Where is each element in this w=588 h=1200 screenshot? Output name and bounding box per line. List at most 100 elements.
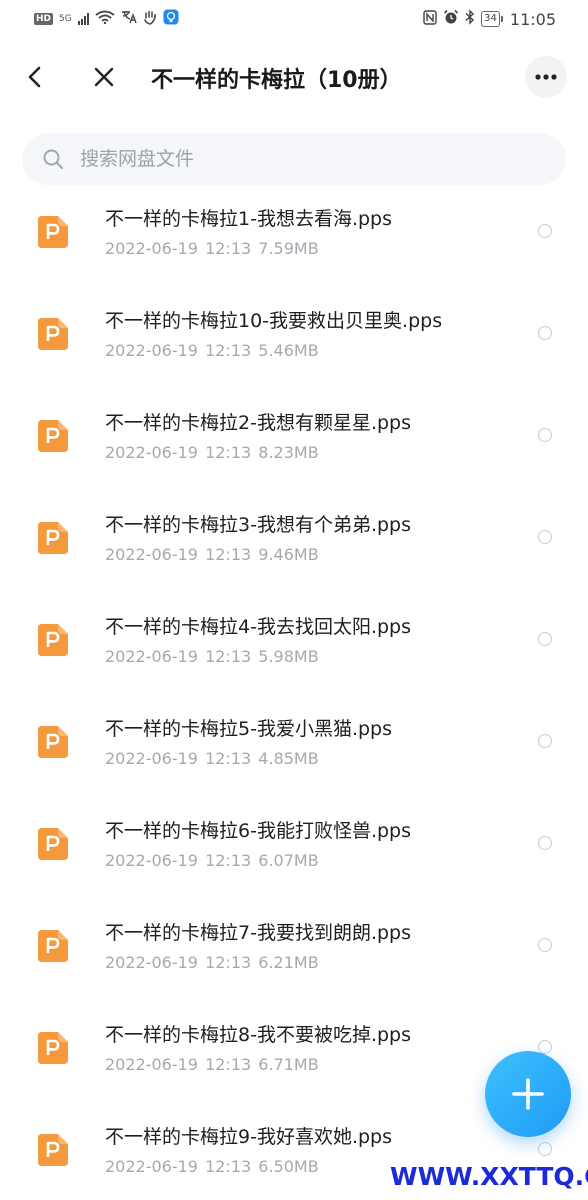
file-row[interactable]: 不一样的卡梅拉2-我想有颗星星.pps 2022-06-19 12:13 8.2… [0, 384, 588, 486]
pps-file-icon [38, 420, 68, 452]
file-meta: 2022-06-19 12:13 6.71MB [105, 1055, 319, 1074]
file-date: 2022-06-19 [105, 443, 198, 462]
more-button[interactable] [525, 56, 567, 98]
file-size: 9.46MB [258, 545, 319, 564]
pps-file-icon [38, 216, 68, 248]
clock: 11:05 [509, 9, 556, 29]
back-button[interactable] [18, 60, 52, 94]
chevron-left-icon [28, 66, 41, 88]
file-size: 6.21MB [258, 953, 319, 972]
close-icon [94, 67, 114, 87]
battery-icon: 34 [481, 11, 503, 27]
file-meta: 2022-06-19 12:13 4.85MB [105, 749, 319, 768]
file-row[interactable]: 不一样的卡梅拉4-我去找回太阳.pps 2022-06-19 12:13 5.9… [0, 588, 588, 690]
file-date: 2022-06-19 [105, 953, 198, 972]
file-date: 2022-06-19 [105, 1157, 198, 1176]
battery-level: 34 [484, 13, 497, 24]
select-checkbox[interactable] [538, 836, 552, 850]
file-size: 5.46MB [258, 341, 319, 360]
file-date: 2022-06-19 [105, 647, 198, 666]
select-checkbox[interactable] [538, 632, 552, 646]
status-left: HD 5G [34, 9, 179, 29]
app-notification-icon [163, 9, 179, 29]
select-checkbox[interactable] [538, 734, 552, 748]
network-type: 5G [59, 14, 72, 24]
search-bar[interactable] [22, 133, 566, 185]
file-size: 6.50MB [258, 1157, 319, 1176]
page-title: 不一样的卡梅拉（10册） [151, 68, 402, 93]
file-name: 不一样的卡梅拉6-我能打败怪兽.pps [105, 820, 412, 842]
file-date: 2022-06-19 [105, 851, 198, 870]
file-size: 7.59MB [258, 239, 319, 258]
file-name: 不一样的卡梅拉9-我好喜欢她.pps [105, 1126, 393, 1148]
file-row[interactable]: 不一样的卡梅拉6-我能打败怪兽.pps 2022-06-19 12:13 6.0… [0, 792, 588, 894]
status-bar: HD 5G 34 11:05 [0, 0, 588, 38]
pps-file-icon [38, 930, 68, 962]
file-row[interactable]: 不一样的卡梅拉7-我要找到朗朗.pps 2022-06-19 12:13 6.2… [0, 894, 588, 996]
file-name: 不一样的卡梅拉10-我要救出贝里奥.pps [105, 310, 443, 332]
top-bar: 不一样的卡梅拉（10册） [0, 44, 588, 110]
bluetooth-icon [465, 9, 475, 29]
file-time: 12:13 [205, 443, 252, 462]
file-size: 6.71MB [258, 1055, 319, 1074]
search-icon [43, 149, 63, 169]
pps-file-icon [38, 828, 68, 860]
status-right: 34 11:05 [423, 9, 556, 29]
pps-file-icon [38, 318, 68, 350]
file-row[interactable]: 不一样的卡梅拉1-我想去看海.pps 2022-06-19 12:13 7.59… [0, 180, 588, 282]
plus-icon [512, 1078, 544, 1110]
file-meta: 2022-06-19 12:13 6.21MB [105, 953, 319, 972]
select-checkbox[interactable] [538, 530, 552, 544]
wifi-icon [95, 10, 115, 28]
file-meta: 2022-06-19 12:13 5.98MB [105, 647, 319, 666]
search-input[interactable] [78, 147, 512, 171]
file-meta: 2022-06-19 12:13 7.59MB [105, 239, 319, 258]
signal-icon [77, 13, 89, 25]
file-meta: 2022-06-19 12:13 8.23MB [105, 443, 319, 462]
file-date: 2022-06-19 [105, 1055, 198, 1074]
file-name: 不一样的卡梅拉8-我不要被吃掉.pps [105, 1024, 412, 1046]
file-row[interactable]: 不一样的卡梅拉3-我想有个弟弟.pps 2022-06-19 12:13 9.4… [0, 486, 588, 588]
file-time: 12:13 [205, 1157, 252, 1176]
more-icon [535, 74, 557, 80]
file-meta: 2022-06-19 12:13 9.46MB [105, 545, 319, 564]
select-checkbox[interactable] [538, 938, 552, 952]
file-time: 12:13 [205, 341, 252, 360]
file-size: 8.23MB [258, 443, 319, 462]
pps-file-icon [38, 624, 68, 656]
select-checkbox[interactable] [538, 326, 552, 340]
select-checkbox[interactable] [538, 1142, 552, 1156]
file-name: 不一样的卡梅拉3-我想有个弟弟.pps [105, 514, 412, 536]
file-name: 不一样的卡梅拉2-我想有颗星星.pps [105, 412, 412, 434]
file-time: 12:13 [205, 647, 252, 666]
file-time: 12:13 [205, 749, 252, 768]
file-size: 4.85MB [258, 749, 319, 768]
alarm-icon [443, 9, 459, 29]
translate-icon [121, 10, 137, 28]
file-row[interactable]: 不一样的卡梅拉5-我爱小黑猫.pps 2022-06-19 12:13 4.85… [0, 690, 588, 792]
file-date: 2022-06-19 [105, 545, 198, 564]
file-name: 不一样的卡梅拉1-我想去看海.pps [105, 208, 393, 230]
file-date: 2022-06-19 [105, 341, 198, 360]
file-name: 不一样的卡梅拉5-我爱小黑猫.pps [105, 718, 393, 740]
pps-file-icon [38, 522, 68, 554]
pps-file-icon [38, 1134, 68, 1166]
file-list: 不一样的卡梅拉1-我想去看海.pps 2022-06-19 12:13 7.59… [0, 180, 588, 1200]
file-size: 5.98MB [258, 647, 319, 666]
select-checkbox[interactable] [538, 224, 552, 238]
add-button[interactable] [485, 1051, 571, 1137]
pps-file-icon [38, 1032, 68, 1064]
hd-badge: HD [34, 13, 54, 25]
file-meta: 2022-06-19 12:13 5.46MB [105, 341, 319, 360]
file-time: 12:13 [205, 545, 252, 564]
close-button[interactable] [87, 60, 121, 94]
app-screen: HD 5G 34 11:05 不一样的卡梅拉（10册） 搜索网盘文件 不一样的卡… [0, 0, 588, 1200]
file-name: 不一样的卡梅拉7-我要找到朗朗.pps [105, 922, 412, 944]
pps-file-icon [38, 726, 68, 758]
file-date: 2022-06-19 [105, 749, 198, 768]
select-checkbox[interactable] [538, 428, 552, 442]
file-meta: 2022-06-19 12:13 6.50MB [105, 1157, 319, 1176]
nfc-icon [423, 9, 437, 29]
file-row[interactable]: 不一样的卡梅拉10-我要救出贝里奥.pps 2022-06-19 12:13 5… [0, 282, 588, 384]
hand-icon [143, 10, 157, 29]
